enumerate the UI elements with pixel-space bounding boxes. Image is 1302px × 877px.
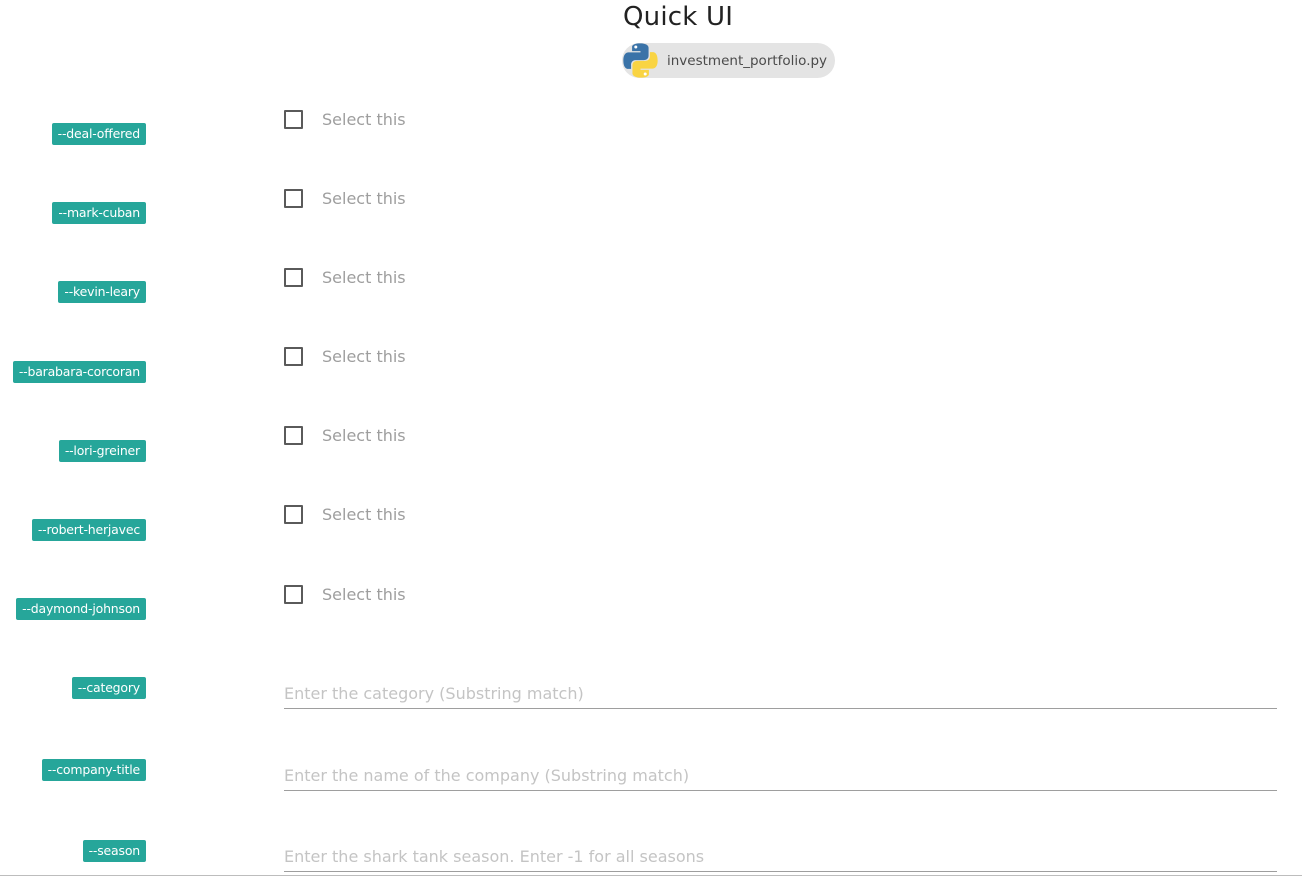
checkbox[interactable] bbox=[284, 189, 303, 208]
checkbox[interactable] bbox=[284, 426, 303, 445]
checkbox-label[interactable]: Select this bbox=[322, 268, 406, 287]
page-title: Quick UI bbox=[623, 2, 734, 32]
checkbox-label[interactable]: Select this bbox=[322, 585, 406, 604]
flag-tag: --robert-herjavec bbox=[31, 519, 146, 541]
season-input[interactable] bbox=[284, 842, 1277, 872]
file-chip: investment_portfolio.py bbox=[622, 42, 835, 78]
checkbox[interactable] bbox=[284, 347, 303, 366]
checkbox-label[interactable]: Select this bbox=[322, 505, 406, 524]
flag-tag: --season bbox=[82, 840, 146, 862]
flag-tag: --lori-greiner bbox=[58, 440, 146, 462]
flag-tag: --daymond-johnson bbox=[16, 598, 146, 620]
flag-tag: --barabara-corcoran bbox=[12, 361, 146, 383]
flag-tag: --mark-cuban bbox=[52, 202, 146, 224]
flag-tag: --company-title bbox=[41, 759, 146, 781]
python-logo-icon bbox=[623, 42, 658, 78]
checkbox[interactable] bbox=[284, 585, 303, 604]
checkbox[interactable] bbox=[284, 505, 303, 524]
page-bottom-divider bbox=[0, 875, 1302, 876]
checkbox[interactable] bbox=[284, 268, 303, 287]
flag-tag: --kevin-leary bbox=[58, 281, 146, 303]
checkbox[interactable] bbox=[284, 110, 303, 129]
checkbox-label[interactable]: Select this bbox=[322, 347, 406, 366]
flag-tag: --category bbox=[71, 677, 146, 699]
category-input[interactable] bbox=[284, 679, 1277, 709]
checkbox-label[interactable]: Select this bbox=[322, 110, 406, 129]
company-title-input[interactable] bbox=[284, 761, 1277, 791]
flag-tag: --deal-offered bbox=[51, 123, 146, 145]
checkbox-label[interactable]: Select this bbox=[322, 426, 406, 445]
checkbox-label[interactable]: Select this bbox=[322, 189, 406, 208]
quick-ui-page: Quick UI investment_portfolio.py --deal-… bbox=[0, 0, 1302, 877]
file-name-label: investment_portfolio.py bbox=[667, 52, 828, 69]
